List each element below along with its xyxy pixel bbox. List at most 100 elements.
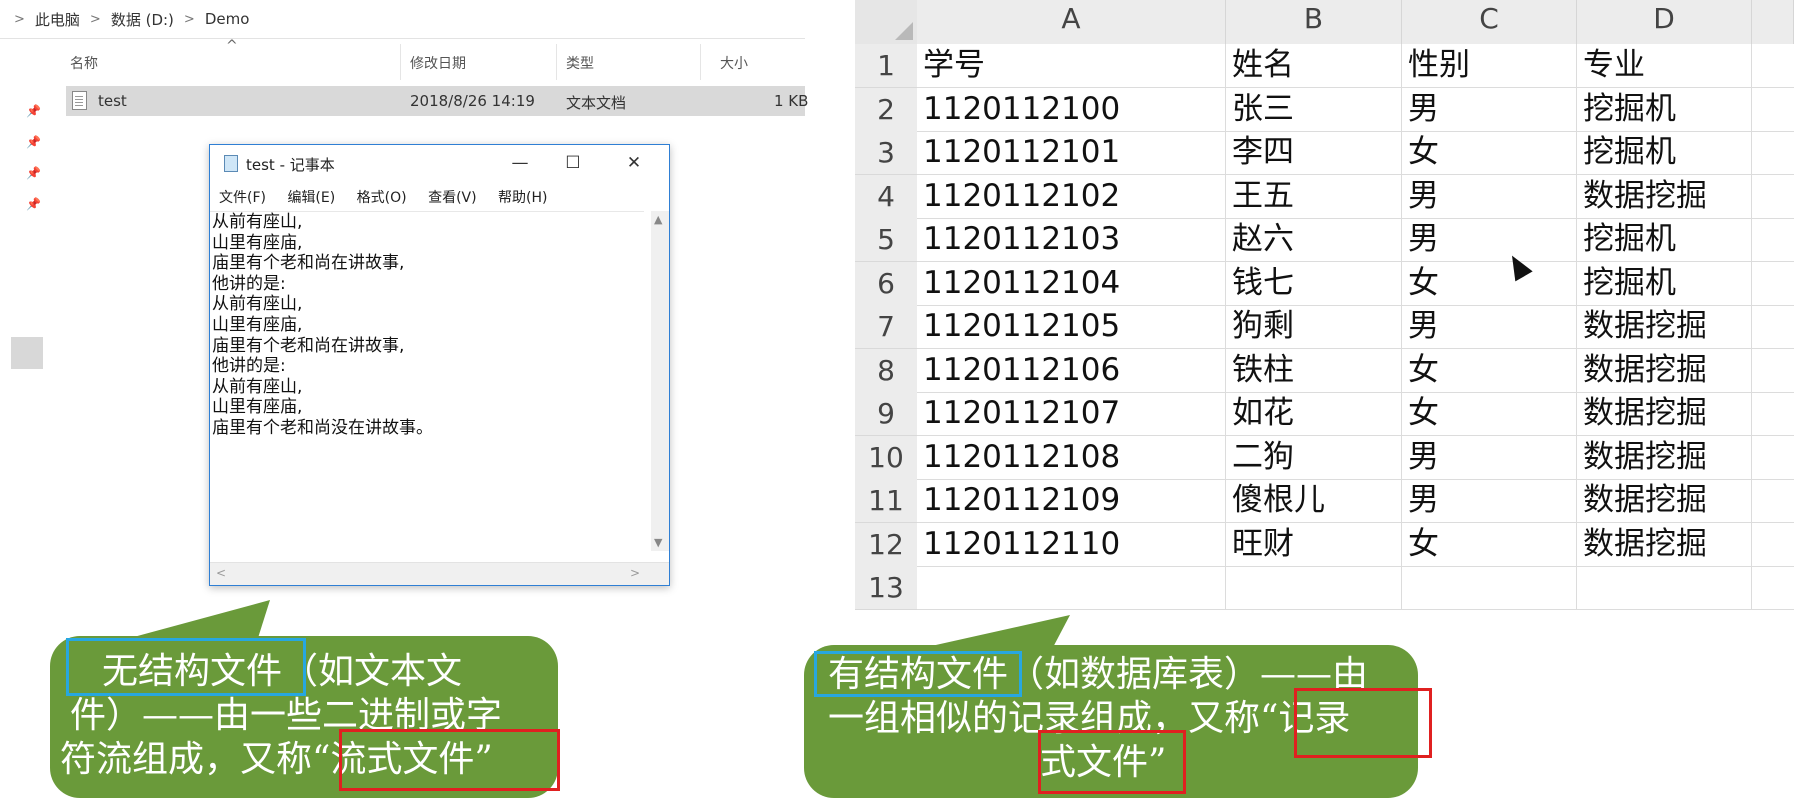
pin-icon[interactable]: 📌 xyxy=(26,166,41,180)
cell-a[interactable]: 学号 xyxy=(917,44,1226,87)
minimize-icon[interactable]: — xyxy=(497,149,543,177)
column-divider[interactable] xyxy=(400,44,401,80)
cell-a[interactable]: 1120112106 xyxy=(917,348,1226,392)
cell-c[interactable]: 男 xyxy=(1402,305,1577,348)
column-header-type[interactable]: 类型 xyxy=(566,53,594,73)
cell-b[interactable]: 旺财 xyxy=(1226,522,1402,566)
cell-d[interactable]: 数据挖掘 xyxy=(1577,522,1752,566)
cell-a[interactable]: 1120112108 xyxy=(917,435,1226,479)
cell-a[interactable]: 1120112104 xyxy=(917,261,1226,305)
cell-d[interactable]: 数据挖掘 xyxy=(1577,479,1752,522)
column-divider[interactable] xyxy=(556,44,557,80)
pin-icon[interactable]: 📌 xyxy=(26,197,41,211)
row-header-4[interactable]: 4 xyxy=(855,174,917,219)
cell-b[interactable]: 赵六 xyxy=(1226,218,1402,261)
pin-icon[interactable]: 📌 xyxy=(26,104,41,118)
maximize-icon[interactable]: ☐ xyxy=(550,149,596,177)
cell-c[interactable]: 女 xyxy=(1402,261,1577,305)
scroll-right-icon[interactable]: > xyxy=(630,566,640,580)
cell-d[interactable]: 挖掘机 xyxy=(1577,131,1752,174)
scroll-up-icon[interactable]: ▲ xyxy=(654,213,662,226)
breadcrumb-this-pc[interactable]: 此电脑 xyxy=(35,9,80,30)
close-icon[interactable]: ✕ xyxy=(611,149,657,177)
cell-b[interactable]: 姓名 xyxy=(1226,44,1402,87)
cell-b[interactable]: 如花 xyxy=(1226,392,1402,435)
cell-c[interactable]: 男 xyxy=(1402,435,1577,479)
cell-c[interactable]: 男 xyxy=(1402,479,1577,522)
row-header-12[interactable]: 12 xyxy=(855,522,917,567)
notepad-titlebar[interactable]: test - 记事本 — ☐ ✕ xyxy=(210,145,669,181)
column-header-name[interactable]: 名称 xyxy=(70,53,98,73)
menu-edit[interactable]: 编辑(E) xyxy=(287,190,335,206)
row-header-11[interactable]: 11 xyxy=(855,479,917,523)
select-all-corner[interactable] xyxy=(855,0,917,44)
cell-c[interactable]: 男 xyxy=(1402,174,1577,218)
breadcrumb-arrow[interactable]: > xyxy=(14,12,25,27)
vertical-scrollbar[interactable]: ▲ ▼ xyxy=(651,211,669,551)
row-header-10[interactable]: 10 xyxy=(855,435,917,480)
cell-d[interactable]: 挖掘机 xyxy=(1577,261,1752,305)
column-header-e[interactable] xyxy=(1752,0,1794,44)
column-divider[interactable] xyxy=(700,44,701,80)
column-header-modified[interactable]: 修改日期 xyxy=(410,53,466,73)
cell-a[interactable]: 1120112100 xyxy=(917,87,1226,131)
cell-b[interactable]: 李四 xyxy=(1226,131,1402,174)
cell-a[interactable]: 1120112110 xyxy=(917,522,1226,566)
cell-a[interactable]: 1120112107 xyxy=(917,392,1226,435)
breadcrumb-drive-d[interactable]: 数据 (D:) xyxy=(111,9,174,30)
cell-b[interactable]: 傻根儿 xyxy=(1226,479,1402,522)
row-header-2[interactable]: 2 xyxy=(855,87,917,132)
cell-a[interactable] xyxy=(917,566,1226,609)
cell-c[interactable]: 男 xyxy=(1402,218,1577,261)
row-header-6[interactable]: 6 xyxy=(855,261,917,306)
cell-a[interactable]: 1120112102 xyxy=(917,174,1226,218)
cell-a[interactable]: 1120112101 xyxy=(917,131,1226,174)
cell-c[interactable]: 女 xyxy=(1402,392,1577,435)
column-header-a[interactable]: A xyxy=(917,0,1226,44)
cell-d[interactable]: 挖掘机 xyxy=(1577,218,1752,261)
row-header-5[interactable]: 5 xyxy=(855,218,917,262)
breadcrumb-demo[interactable]: Demo xyxy=(205,10,250,28)
cell-d[interactable]: 数据挖掘 xyxy=(1577,305,1752,348)
menu-file[interactable]: 文件(F) xyxy=(219,190,266,206)
row-header-13[interactable]: 13 xyxy=(855,566,917,610)
pin-icon[interactable]: 📌 xyxy=(26,135,41,149)
cell-b[interactable]: 狗剩 xyxy=(1226,305,1402,348)
cell-a[interactable]: 1120112109 xyxy=(917,479,1226,522)
scroll-left-icon[interactable]: < xyxy=(216,566,226,580)
cell-d[interactable]: 数据挖掘 xyxy=(1577,174,1752,218)
cell-c[interactable]: 女 xyxy=(1402,522,1577,566)
row-header-9[interactable]: 9 xyxy=(855,392,917,436)
cell-b[interactable] xyxy=(1226,566,1402,609)
scroll-down-icon[interactable]: ▼ xyxy=(654,536,662,549)
column-header-c[interactable]: C xyxy=(1402,0,1577,44)
row-header-1[interactable]: 1 xyxy=(855,44,917,88)
cell-b[interactable]: 张三 xyxy=(1226,87,1402,131)
cell-a[interactable]: 1120112103 xyxy=(917,218,1226,261)
menu-format[interactable]: 格式(O) xyxy=(357,190,407,206)
cell-d[interactable]: 挖掘机 xyxy=(1577,87,1752,131)
cell-c[interactable]: 性别 xyxy=(1402,44,1577,87)
cell-c[interactable]: 女 xyxy=(1402,348,1577,392)
cell-d[interactable]: 数据挖掘 xyxy=(1577,435,1752,479)
column-header-size[interactable]: 大小 xyxy=(720,53,748,73)
cell-d[interactable]: 数据挖掘 xyxy=(1577,348,1752,392)
notepad-text-area[interactable]: 从前有座山, 山里有座庙, 庙里有个老和尚在讲故事, 他讲的是: 从前有座山, … xyxy=(210,211,644,552)
cell-d[interactable]: 专业 xyxy=(1577,44,1752,87)
cell-b[interactable]: 钱七 xyxy=(1226,261,1402,305)
horizontal-scrollbar[interactable]: < > xyxy=(210,562,669,585)
row-header-7[interactable]: 7 xyxy=(855,305,917,349)
cell-d[interactable] xyxy=(1577,566,1752,609)
file-row-test[interactable]: test 2018/8/26 14:19 文本文档 1 KB xyxy=(66,86,808,116)
column-header-b[interactable]: B xyxy=(1226,0,1402,44)
menu-view[interactable]: 查看(V) xyxy=(428,190,477,206)
cell-b[interactable]: 王五 xyxy=(1226,174,1402,218)
cell-b[interactable]: 二狗 xyxy=(1226,435,1402,479)
column-header-d[interactable]: D xyxy=(1577,0,1752,44)
cell-c[interactable] xyxy=(1402,566,1577,609)
row-header-3[interactable]: 3 xyxy=(855,131,917,175)
cell-b[interactable]: 铁柱 xyxy=(1226,348,1402,392)
row-header-8[interactable]: 8 xyxy=(855,348,917,393)
menu-help[interactable]: 帮助(H) xyxy=(498,190,547,206)
cell-d[interactable]: 数据挖掘 xyxy=(1577,392,1752,435)
